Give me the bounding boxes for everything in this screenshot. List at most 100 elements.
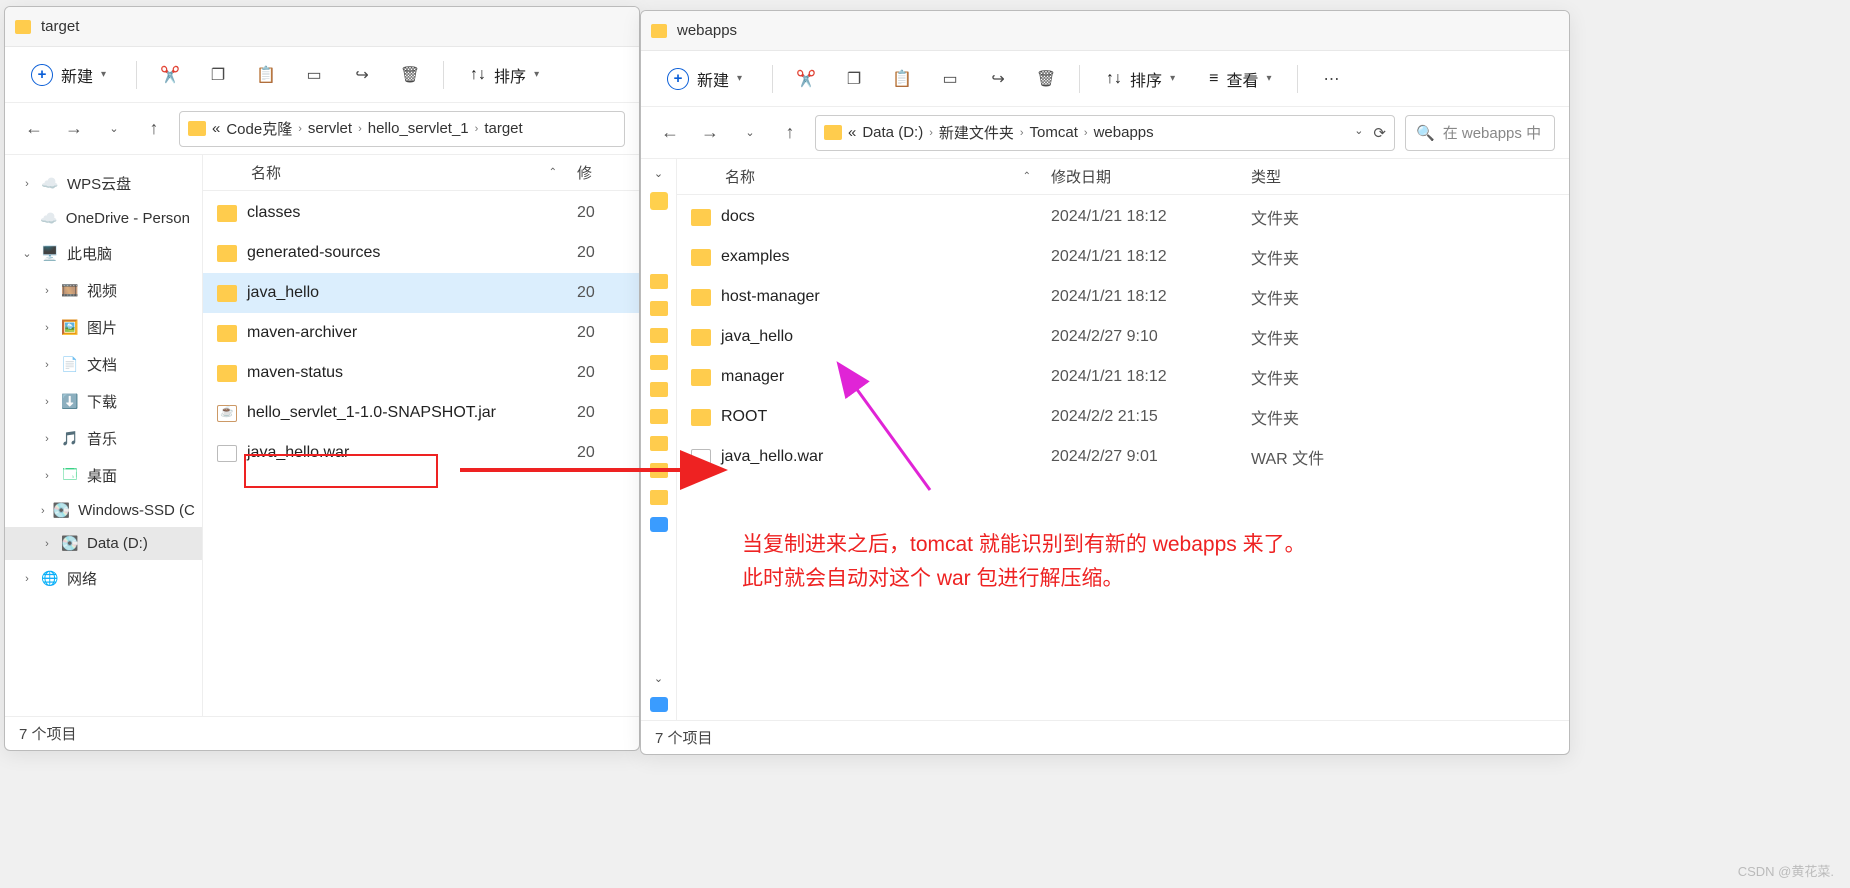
file-name: java_hello bbox=[721, 328, 793, 346]
back-button[interactable]: ← bbox=[655, 118, 685, 148]
up-button[interactable]: ↑ bbox=[139, 114, 169, 144]
pin-icon[interactable] bbox=[650, 192, 668, 210]
file-row[interactable]: docs2024/1/21 18:12文件夹 bbox=[677, 197, 1569, 237]
back-button[interactable]: ← bbox=[19, 114, 49, 144]
file-date: 2024/2/2 21:15 bbox=[1051, 408, 1251, 426]
sidebar-item[interactable]: ›🎵音乐 bbox=[5, 420, 202, 457]
paste-icon[interactable]: 📋 bbox=[251, 60, 281, 90]
folder-icon[interactable] bbox=[650, 463, 668, 478]
sidebar-item[interactable]: ›💽Data (D:) bbox=[5, 527, 202, 560]
crumb[interactable]: webapps bbox=[1094, 124, 1154, 141]
toolbar: + 新建 ▾ ✂️ ❐ 📋 ▭ ↪ 🗑 ↑↓ 排序 ▾ bbox=[5, 47, 639, 103]
sidebar-item[interactable]: ⌄🖥️此电脑 bbox=[5, 235, 202, 272]
forward-button[interactable]: → bbox=[695, 118, 725, 148]
sidebar-item[interactable]: ›🗔桌面 bbox=[5, 457, 202, 494]
share-icon[interactable]: ↪ bbox=[983, 64, 1013, 94]
sidebar-item[interactable]: ›🌐网络 bbox=[5, 560, 202, 597]
chevron-right-icon: › bbox=[358, 123, 362, 135]
crumb[interactable]: Tomcat bbox=[1030, 124, 1078, 141]
new-button[interactable]: + 新建 ▾ bbox=[19, 57, 118, 93]
file-row[interactable]: manager2024/1/21 18:12文件夹 bbox=[677, 357, 1569, 397]
delete-icon[interactable]: 🗑 bbox=[395, 60, 425, 90]
file-row[interactable]: classes20 bbox=[203, 193, 639, 233]
separator bbox=[1079, 65, 1080, 93]
new-button[interactable]: + 新建 ▾ bbox=[655, 61, 754, 97]
chevron-down-icon[interactable]: ⌄ bbox=[653, 672, 665, 685]
crumb[interactable]: Code克隆 bbox=[226, 118, 292, 139]
folder-icon[interactable] bbox=[650, 328, 668, 343]
sidebar-item[interactable]: ›🖼️图片 bbox=[5, 309, 202, 346]
file-row[interactable]: ROOT2024/2/2 21:15文件夹 bbox=[677, 397, 1569, 437]
address-bar[interactable]: « Data (D:) › 新建文件夹 › Tomcat › webapps ⌄… bbox=[815, 115, 1395, 151]
sidebar-item[interactable]: ›☁️WPS云盘 bbox=[5, 165, 202, 202]
file-row[interactable]: host-manager2024/1/21 18:12文件夹 bbox=[677, 277, 1569, 317]
sidebar-item[interactable]: ›⬇️下载 bbox=[5, 383, 202, 420]
file-row[interactable]: generated-sources20 bbox=[203, 233, 639, 273]
forward-button[interactable]: → bbox=[59, 114, 89, 144]
sidebar-item[interactable]: ›🎞️视频 bbox=[5, 272, 202, 309]
file-row[interactable]: java_hello.war2024/2/27 9:01WAR 文件 bbox=[677, 437, 1569, 477]
titlebar[interactable]: target bbox=[5, 7, 639, 47]
crumb[interactable]: hello_servlet_1 bbox=[368, 120, 469, 137]
folder-icon bbox=[217, 285, 237, 302]
file-row[interactable]: maven-status20 bbox=[203, 353, 639, 393]
crumb[interactable]: servlet bbox=[308, 120, 352, 137]
folder-icon[interactable] bbox=[650, 382, 668, 397]
cut-icon[interactable]: ✂️ bbox=[155, 60, 185, 90]
column-header[interactable]: 名称 ⌃ 修改日期 类型 bbox=[677, 159, 1569, 195]
file-row[interactable]: java_hello.war20 bbox=[203, 433, 639, 473]
chevron-down-icon[interactable]: ⌄ bbox=[653, 167, 665, 180]
folder-icon[interactable] bbox=[650, 409, 668, 424]
crumb[interactable]: 新建文件夹 bbox=[939, 122, 1014, 143]
file-date: 2024/2/27 9:10 bbox=[1051, 328, 1251, 346]
folder-icon[interactable] bbox=[650, 355, 668, 370]
sidebar-icon: 💽 bbox=[53, 503, 70, 519]
file-row[interactable]: maven-archiver20 bbox=[203, 313, 639, 353]
file-row[interactable]: examples2024/1/21 18:12文件夹 bbox=[677, 237, 1569, 277]
copy-icon[interactable]: ❐ bbox=[203, 60, 233, 90]
drive-icon[interactable] bbox=[650, 697, 668, 712]
history-dropdown[interactable]: ⌄ bbox=[99, 114, 129, 144]
folder-icon[interactable] bbox=[650, 301, 668, 316]
file-row[interactable]: hello_servlet_1-1.0-SNAPSHOT.jar20 bbox=[203, 393, 639, 433]
sidebar-item[interactable]: ›💽Windows-SSD (C bbox=[5, 494, 202, 527]
search-input[interactable]: 🔍 在 webapps 中 bbox=[1405, 115, 1555, 151]
file-row[interactable]: java_hello20 bbox=[203, 273, 639, 313]
file-list[interactable]: classes20generated-sources20java_hello20… bbox=[203, 191, 639, 716]
chevron-right-icon: › bbox=[475, 123, 479, 135]
sort-button[interactable]: ↑↓ 排序 ▾ bbox=[462, 59, 547, 91]
delete-icon[interactable]: 🗑 bbox=[1031, 64, 1061, 94]
share-icon[interactable]: ↪ bbox=[347, 60, 377, 90]
paste-icon[interactable]: 📋 bbox=[887, 64, 917, 94]
folder-icon bbox=[217, 325, 237, 342]
cut-icon[interactable]: ✂️ bbox=[791, 64, 821, 94]
folder-icon[interactable] bbox=[650, 490, 668, 505]
refresh-icon[interactable]: ⟳ bbox=[1373, 124, 1386, 142]
rename-icon[interactable]: ▭ bbox=[299, 60, 329, 90]
folder-icon[interactable] bbox=[650, 436, 668, 451]
titlebar[interactable]: webapps bbox=[641, 11, 1569, 51]
folder-icon bbox=[691, 209, 711, 226]
up-button[interactable]: ↑ bbox=[775, 118, 805, 148]
navbar: ← → ⌄ ↑ « Data (D:) › 新建文件夹 › Tomcat › w… bbox=[641, 107, 1569, 159]
history-dropdown[interactable]: ⌄ bbox=[735, 118, 765, 148]
rename-icon[interactable]: ▭ bbox=[935, 64, 965, 94]
crumb[interactable]: Data (D:) bbox=[862, 124, 923, 141]
file-list[interactable]: docs2024/1/21 18:12文件夹examples2024/1/21 … bbox=[677, 195, 1569, 720]
sidebar-icon: 🗔 bbox=[61, 468, 79, 484]
crumb[interactable]: target bbox=[484, 120, 522, 137]
sidebar-item[interactable]: ·☁️OneDrive - Person bbox=[5, 202, 202, 235]
sort-button[interactable]: ↑↓ 排序 ▾ bbox=[1098, 63, 1183, 95]
drive-icon[interactable] bbox=[650, 517, 668, 532]
folder-icon[interactable] bbox=[650, 274, 668, 289]
view-button[interactable]: ≡ 查看 ▾ bbox=[1201, 63, 1279, 95]
dropdown-icon[interactable]: ⌄ bbox=[1354, 124, 1363, 142]
col-name-label: 名称 bbox=[251, 162, 281, 183]
file-row[interactable]: java_hello2024/2/27 9:10文件夹 bbox=[677, 317, 1569, 357]
address-bar[interactable]: « Code克隆 › servlet › hello_servlet_1 › t… bbox=[179, 111, 625, 147]
sidebar-item[interactable]: ›📄文档 bbox=[5, 346, 202, 383]
copy-icon[interactable]: ❐ bbox=[839, 64, 869, 94]
more-icon[interactable]: ⋯ bbox=[1316, 64, 1346, 94]
column-header[interactable]: 名称 ⌃ 修 bbox=[203, 155, 639, 191]
sort-label: 排序 bbox=[1130, 67, 1162, 91]
